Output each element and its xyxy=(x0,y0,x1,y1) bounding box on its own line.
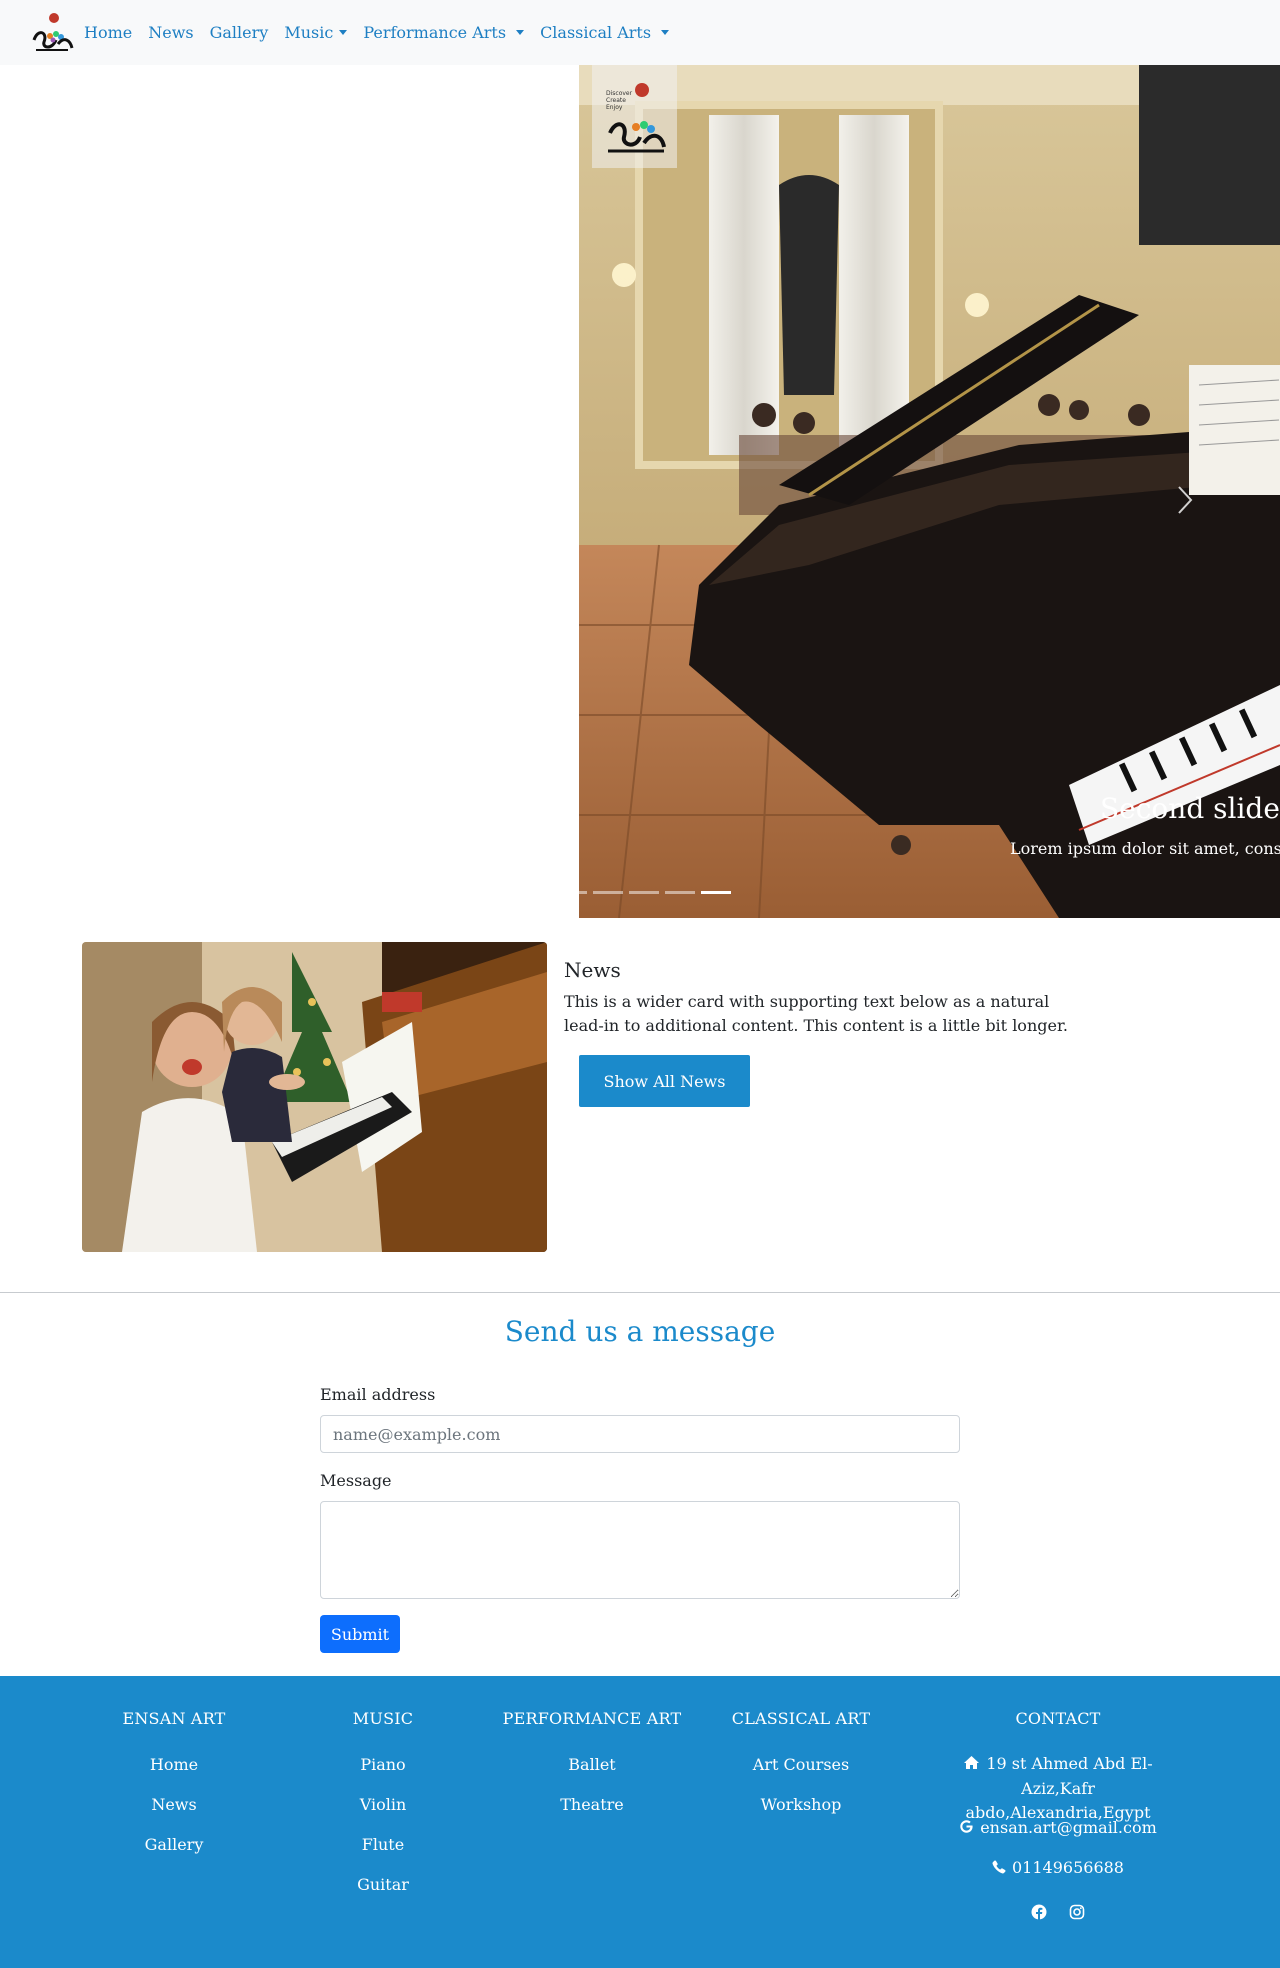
footer-phone[interactable]: 01149656688 xyxy=(923,1856,1193,1881)
carousel-indicator-5[interactable] xyxy=(665,890,695,894)
footer-email-text: ensan.art@gmail.com xyxy=(980,1818,1157,1837)
footer-link-guitar[interactable]: Guitar xyxy=(308,1875,458,1894)
form-heading: Send us a message xyxy=(504,1315,776,1348)
news-title: News xyxy=(564,958,621,982)
footer-link-home[interactable]: Home xyxy=(99,1755,249,1774)
footer-link-piano[interactable]: Piano xyxy=(308,1755,458,1774)
caret-down-icon xyxy=(516,30,525,35)
footer-heading-performance-art: PERFORMANCE ART xyxy=(502,1709,682,1728)
carousel-indicator-active[interactable] xyxy=(701,890,731,894)
home-icon xyxy=(963,1753,980,1777)
footer-link-violin[interactable]: Violin xyxy=(308,1795,458,1814)
phone-icon xyxy=(992,1857,1006,1881)
svg-text:Create: Create xyxy=(606,97,626,104)
footer-phone-text: 01149656688 xyxy=(1012,1858,1124,1877)
slide-brand-logo: Discover Create Enjoy xyxy=(592,65,677,168)
nav-classical-label: Classical Arts xyxy=(540,23,652,42)
footer-address: 19 st Ahmed Abd El-Aziz,Kafr abdo,Alexan… xyxy=(923,1752,1193,1825)
message-label: Message xyxy=(320,1471,392,1490)
footer-link-ballet[interactable]: Ballet xyxy=(502,1755,682,1774)
show-all-news-button[interactable]: Show All News xyxy=(579,1055,750,1107)
footer-address-text: 19 st Ahmed Abd El-Aziz,Kafr abdo,Alexan… xyxy=(965,1754,1153,1822)
slide-caption-text: Lorem ipsum dolor sit amet, consect xyxy=(1010,839,1280,858)
nav-music-dropdown[interactable]: Music xyxy=(284,23,348,42)
footer-link-flute[interactable]: Flute xyxy=(308,1835,458,1854)
footer-link-theatre[interactable]: Theatre xyxy=(502,1795,682,1814)
hero-carousel: Discover Create Enjoy Second slide l Lor… xyxy=(579,65,1280,918)
svg-text:Discover: Discover xyxy=(606,90,633,97)
footer-heading-music: MUSIC xyxy=(352,1709,414,1728)
navbar: Home News Gallery Music Performance Arts… xyxy=(0,0,1280,65)
footer: ENSAN ART Home News Gallery MUSIC Piano … xyxy=(0,1676,1280,1968)
instagram-icon[interactable] xyxy=(1069,1904,1085,1920)
footer-email[interactable]: ensan.art@gmail.com xyxy=(923,1816,1193,1841)
brand-logo[interactable] xyxy=(28,10,76,54)
footer-heading-classical-art: CLASSICAL ART xyxy=(731,1709,871,1728)
facebook-icon[interactable] xyxy=(1031,1904,1047,1920)
email-input[interactable] xyxy=(320,1415,960,1453)
nav-news[interactable]: News xyxy=(148,23,193,42)
nav-performance-arts-dropdown[interactable]: Performance Arts xyxy=(363,23,525,42)
social-links xyxy=(923,1904,1193,1920)
footer-link-gallery[interactable]: Gallery xyxy=(99,1835,249,1854)
email-label: Email address xyxy=(320,1385,436,1404)
nav-classical-arts-dropdown[interactable]: Classical Arts xyxy=(540,23,670,42)
message-textarea[interactable] xyxy=(320,1501,960,1599)
news-text: This is a wider card with supporting tex… xyxy=(564,992,1068,1035)
footer-heading-ensan-art: ENSAN ART xyxy=(122,1709,226,1728)
carousel-indicator-2[interactable] xyxy=(579,890,587,894)
carousel-next-icon[interactable] xyxy=(1171,475,1201,525)
footer-heading-contact: CONTACT xyxy=(1015,1709,1101,1728)
nav-music-label: Music xyxy=(284,23,334,42)
svg-text:Enjoy: Enjoy xyxy=(606,104,623,111)
carousel-indicator-3[interactable] xyxy=(593,890,623,894)
nav-home[interactable]: Home xyxy=(84,23,132,42)
news-image-children-piano xyxy=(82,942,547,1252)
footer-link-news[interactable]: News xyxy=(99,1795,249,1814)
footer-link-workshop[interactable]: Workshop xyxy=(721,1795,881,1814)
nav-gallery[interactable]: Gallery xyxy=(210,23,269,42)
nav-performance-label: Performance Arts xyxy=(363,23,507,42)
google-icon xyxy=(959,1817,974,1841)
carousel-indicator-4[interactable] xyxy=(629,890,659,894)
caret-down-icon xyxy=(339,30,348,35)
nav-home-label: Home xyxy=(84,23,133,42)
nav-news-label: News xyxy=(148,23,194,42)
section-divider xyxy=(0,1292,1280,1293)
nav-gallery-label: Gallery xyxy=(209,23,269,42)
caret-down-icon xyxy=(661,30,670,35)
slide-caption-title: Second slide l xyxy=(1100,792,1280,825)
carousel-indicators xyxy=(579,887,737,897)
footer-link-art-courses[interactable]: Art Courses xyxy=(721,1755,881,1774)
submit-button[interactable]: Submit xyxy=(320,1615,400,1653)
